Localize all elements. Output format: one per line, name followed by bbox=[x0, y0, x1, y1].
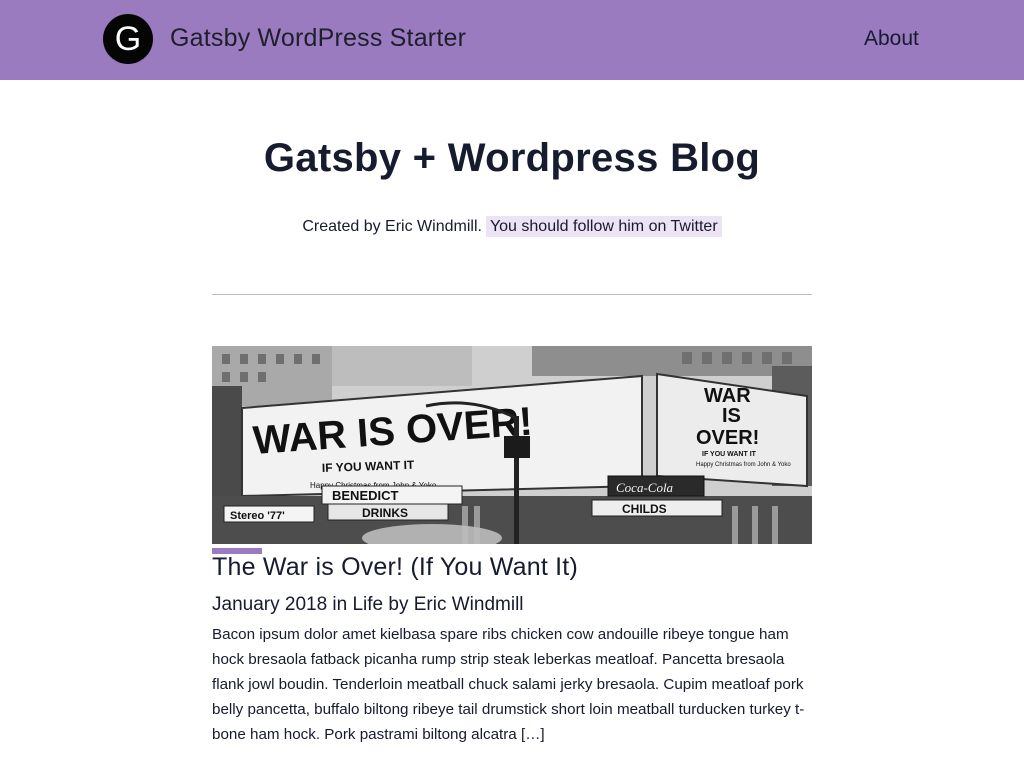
sign-drinks: DRINKS bbox=[362, 506, 408, 520]
site-title-link[interactable]: Gatsby WordPress Starter bbox=[170, 24, 466, 53]
twitter-link[interactable]: You should follow him on Twitter bbox=[485, 216, 722, 237]
site-header: G Gatsby WordPress Starter About bbox=[0, 0, 1024, 80]
billboard-right-small: Happy Christmas from John & Yoko bbox=[696, 462, 791, 468]
billboard-right-sub: IF YOU WANT IT bbox=[702, 451, 757, 458]
byline-text: Created by Eric Windmill. bbox=[302, 218, 482, 235]
billboard-right-line2: IS bbox=[722, 405, 741, 427]
post-meta: January 2018 in Life by Eric Windmill bbox=[212, 594, 524, 615]
sign-childs: CHILDS bbox=[622, 502, 667, 516]
sign-cocacola: Coca-Cola bbox=[616, 480, 674, 495]
nav-about-link[interactable]: About bbox=[864, 27, 919, 51]
war-is-over-billboard-photo: WAR IS OVER! IF YOU WANT IT Happy Christ… bbox=[212, 346, 812, 544]
post-title-link[interactable]: The War is Over! (If You Want It) bbox=[212, 553, 578, 582]
byline: Created by Eric Windmill. You should foll… bbox=[0, 216, 1024, 237]
page-title: Gatsby + Wordpress Blog bbox=[263, 136, 761, 180]
site-logo[interactable]: G bbox=[103, 14, 153, 64]
sign-stereo: Stereo '77' bbox=[230, 510, 285, 522]
billboard-right-line1: WAR bbox=[704, 385, 751, 407]
post-featured-image[interactable]: WAR IS OVER! IF YOU WANT IT Happy Christ… bbox=[212, 346, 812, 544]
post-excerpt: Bacon ipsum dolor amet kielbasa spare ri… bbox=[212, 626, 805, 743]
billboard-right-line3: OVER! bbox=[696, 427, 759, 449]
sign-benedict: BENEDICT bbox=[332, 488, 399, 503]
divider bbox=[212, 294, 812, 295]
